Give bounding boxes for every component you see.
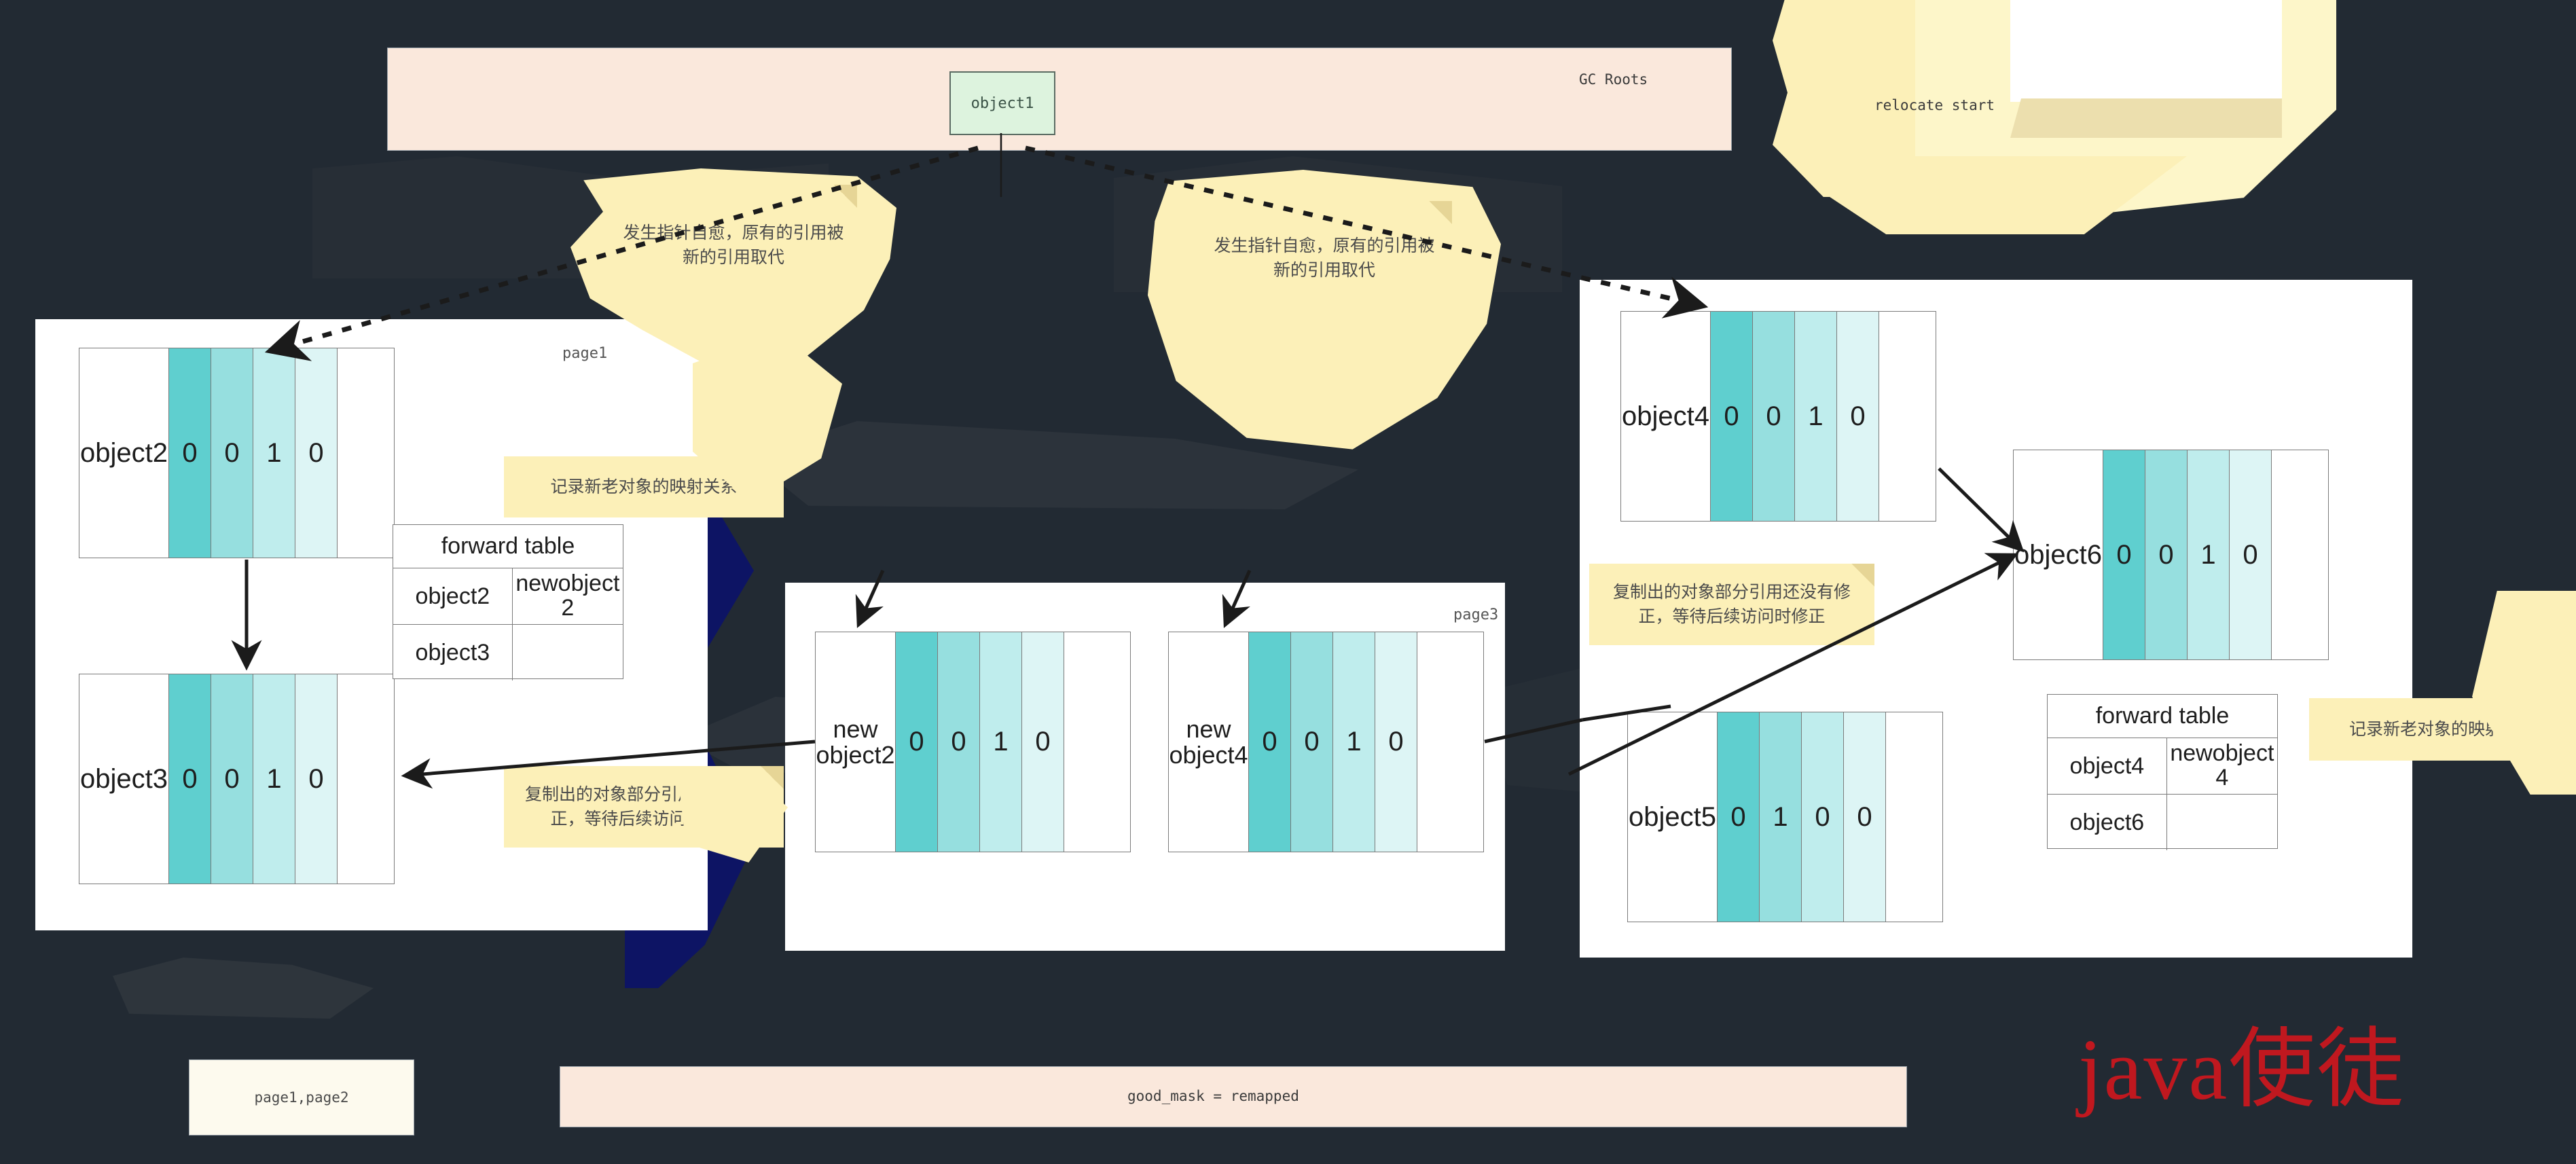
object3-name: object3 xyxy=(79,674,169,884)
middle-page-tag: page3 xyxy=(1453,606,1499,623)
left-ft-key-1: object3 xyxy=(393,625,513,680)
object4-cell-0: 0 xyxy=(1711,312,1753,521)
object1-label: object1 xyxy=(970,94,1034,112)
right-forward-table-header: forward table xyxy=(2048,695,2277,738)
relocate-start-label: relocate start xyxy=(1874,97,1995,113)
object5-box[interactable]: object5 0 1 0 0 xyxy=(1627,712,1943,922)
gc-roots-label: GC Roots xyxy=(1579,71,1648,88)
new-object4-cell-0: 0 xyxy=(1249,632,1291,852)
object2-cell-3: 0 xyxy=(295,348,338,558)
object6-cell-3: 0 xyxy=(2230,450,2272,659)
right-forward-table: forward table object4 newobject 4 object… xyxy=(2047,694,2278,850)
relocate-blob-lower xyxy=(1820,156,2187,234)
object2-box[interactable]: object2 0 0 1 0 xyxy=(79,348,395,558)
callout-fold-icon xyxy=(834,185,857,208)
object6-name: object6 xyxy=(2014,450,2103,659)
callout-partial-fix-right: 复制出的对象部分引用还没有修正，等待后续访问时修正 xyxy=(1589,564,1874,645)
object5-name: object5 xyxy=(1628,712,1718,922)
left-forward-table-row-0: object2 newobject 2 xyxy=(393,568,623,625)
relocate-white-patch xyxy=(2010,0,2282,102)
object5-cell-2: 0 xyxy=(1802,712,1844,922)
relocate-tan-strip xyxy=(2010,98,2282,138)
callout-fold-icon xyxy=(1851,564,1874,587)
right-ft-value-1 xyxy=(2167,795,2277,850)
good-mask-label: good_mask = remapped xyxy=(1127,1088,1299,1104)
bg-noise-shape-5 xyxy=(113,958,374,1019)
left-ft-value-0: newobject 2 xyxy=(515,570,620,621)
left-forward-table-header: forward table xyxy=(393,525,623,568)
new-object2-cell-0: 0 xyxy=(896,632,938,852)
object3-box[interactable]: object3 0 0 1 0 xyxy=(79,674,395,884)
new-object4-box[interactable]: new object4 0 0 1 0 xyxy=(1168,632,1484,852)
object3-cell-pad xyxy=(338,674,394,884)
object2-cell-0: 0 xyxy=(169,348,211,558)
object6-cell-1: 0 xyxy=(2145,450,2188,659)
left-forward-table: forward table object2 newobject 2 object… xyxy=(393,524,623,680)
new-object2-cell-3: 0 xyxy=(1022,632,1064,852)
right-ft-key-1: object6 xyxy=(2048,795,2167,850)
object3-cell-0: 0 xyxy=(169,674,211,884)
new-object4-cell-1: 0 xyxy=(1291,632,1333,852)
object2-cell-pad xyxy=(338,348,394,558)
object3-cell-2: 1 xyxy=(253,674,295,884)
callout-mapping-right-tail xyxy=(2472,591,2576,795)
object4-cell-3: 0 xyxy=(1837,312,1879,521)
new-object4-cell-pad xyxy=(1417,632,1483,852)
callout-self-heal-right-text: 发生指针自愈，原有的引用被新的引用取代 xyxy=(1214,235,1435,280)
callout-mapping-left-text: 记录新老对象的映射关系 xyxy=(550,476,738,496)
left-forward-table-row-1: object3 xyxy=(393,625,623,680)
new-object4-cell-3: 0 xyxy=(1375,632,1417,852)
object3-cell-3: 0 xyxy=(295,674,338,884)
object5-cell-0: 0 xyxy=(1718,712,1760,922)
pages-box-label: page1,page2 xyxy=(254,1089,349,1106)
watermark: java使徒 xyxy=(2078,1021,2406,1118)
object2-name: object2 xyxy=(79,348,169,558)
callout-fold-icon xyxy=(1429,201,1452,224)
left-ft-key-0: object2 xyxy=(393,568,513,624)
object4-cell-pad xyxy=(1879,312,1936,521)
new-object2-name: new object2 xyxy=(816,632,896,852)
object5-cell-3: 0 xyxy=(1844,712,1886,922)
new-object4-cell-2: 1 xyxy=(1333,632,1375,852)
object4-cell-1: 0 xyxy=(1753,312,1795,521)
left-page-tag: page1 xyxy=(562,345,608,362)
object3-cell-1: 0 xyxy=(211,674,253,884)
object1-box[interactable]: object1 xyxy=(949,71,1055,135)
right-ft-value-0: newobject 4 xyxy=(2170,740,2274,790)
object6-box[interactable]: object6 0 0 1 0 xyxy=(2013,450,2329,660)
gc-roots-bar xyxy=(387,48,1732,151)
object2-cell-1: 0 xyxy=(211,348,253,558)
right-ft-key-0: object4 xyxy=(2048,738,2167,794)
new-object2-cell-2: 1 xyxy=(980,632,1022,852)
callout-self-heal-left-text: 发生指针自愈，原有的引用被新的引用取代 xyxy=(623,222,844,267)
right-forward-table-row-0: object4 newobject 4 xyxy=(2048,738,2277,795)
object4-box[interactable]: object4 0 0 1 0 xyxy=(1620,311,1936,522)
callout-partial-fix-right-text: 复制出的对象部分引用还没有修正，等待后续访问时修正 xyxy=(1612,581,1851,626)
new-object2-cell-pad xyxy=(1064,632,1130,852)
object5-cell-pad xyxy=(1886,712,1942,922)
object6-cell-2: 1 xyxy=(2188,450,2230,659)
pages-box: page1,page2 xyxy=(189,1059,414,1135)
object6-cell-0: 0 xyxy=(2103,450,2145,659)
new-object2-cell-1: 0 xyxy=(938,632,980,852)
object6-cell-pad xyxy=(2272,450,2328,659)
object5-cell-1: 1 xyxy=(1760,712,1802,922)
object4-cell-2: 1 xyxy=(1795,312,1837,521)
new-object4-name: new object4 xyxy=(1169,632,1249,852)
right-forward-table-row-1: object6 xyxy=(2048,795,2277,850)
callout-self-heal-right: 发生指针自愈，原有的引用被新的引用取代 xyxy=(1148,170,1501,450)
left-ft-value-1 xyxy=(513,625,623,680)
object2-cell-2: 1 xyxy=(253,348,295,558)
new-object2-box[interactable]: new object2 0 0 1 0 xyxy=(815,632,1131,852)
object4-name: object4 xyxy=(1621,312,1711,521)
